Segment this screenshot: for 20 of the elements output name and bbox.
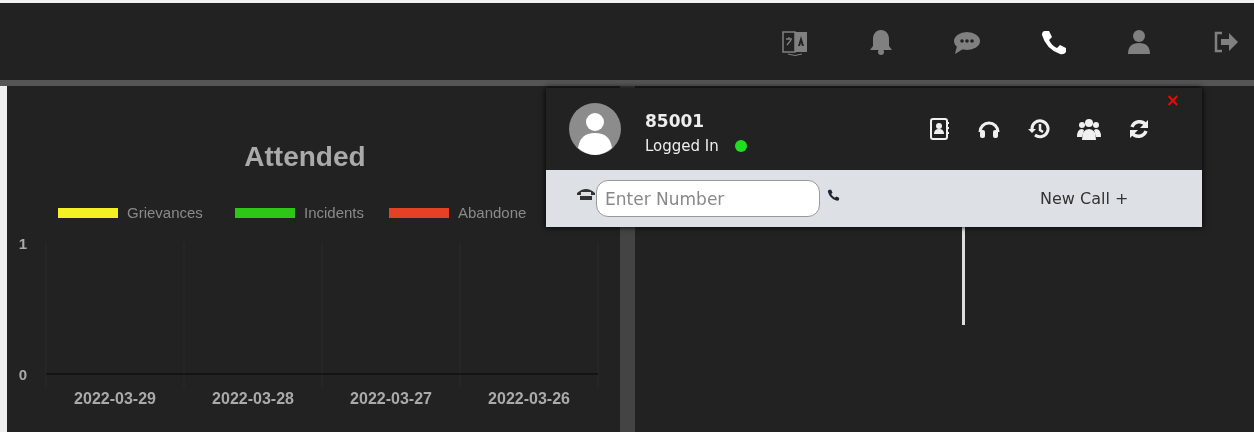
close-button[interactable]: ×	[1165, 92, 1180, 109]
history-icon[interactable]	[1026, 117, 1051, 141]
phone-icon[interactable]	[826, 187, 840, 202]
status-text: Logged In	[645, 135, 719, 157]
chart-title: Attended	[244, 141, 366, 172]
telephone-icon	[576, 186, 596, 201]
axis-tick-label: 2022-03-29	[74, 390, 156, 407]
extension-number: 85001	[645, 110, 706, 133]
axis-tick-label: 0	[18, 366, 28, 383]
legend-label: Incidents	[304, 204, 365, 221]
legend-label: Abandone	[458, 204, 527, 221]
number-field[interactable]: Enter Number	[596, 180, 820, 217]
axis-tick-label: 2022-03-27	[350, 390, 432, 407]
group-icon[interactable]	[1076, 117, 1101, 141]
new-call-button[interactable]: New Call +	[1040, 186, 1129, 211]
avatar	[569, 103, 621, 155]
axis-tick-label: 1	[18, 235, 28, 252]
axis-tick-label: 2022-03-28	[212, 390, 294, 407]
legend-label: Grievances	[127, 204, 203, 221]
axis-tick-label: 2022-03-26	[488, 390, 570, 407]
